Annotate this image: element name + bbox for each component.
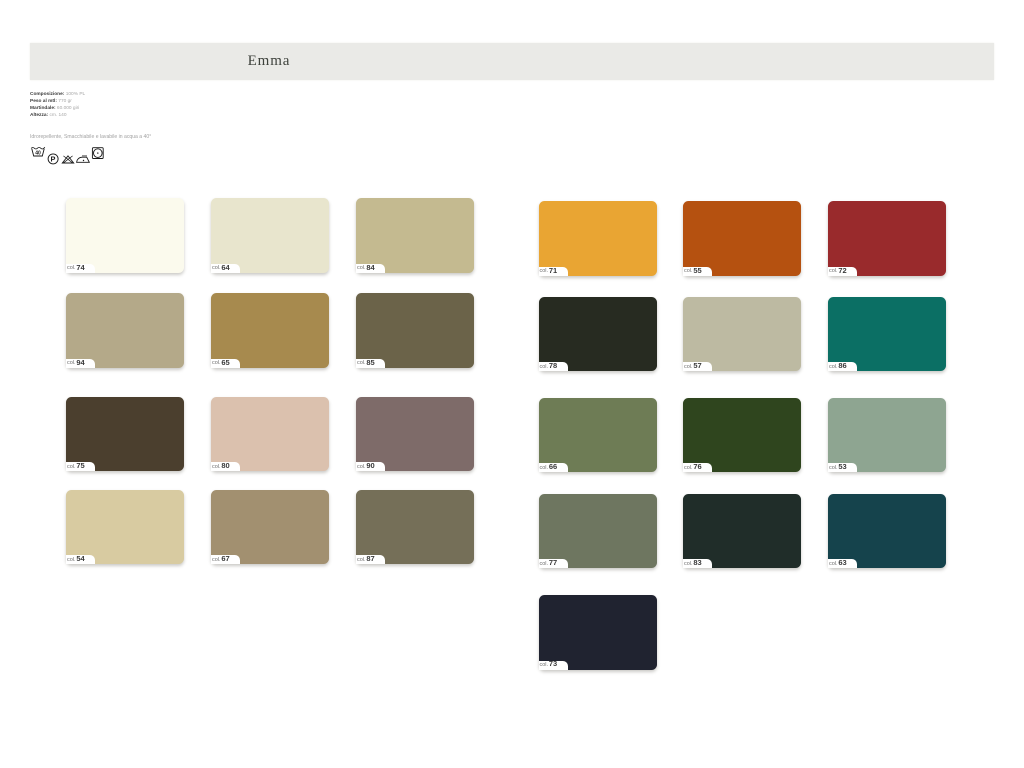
svg-text:40: 40 (35, 150, 41, 156)
svg-text:P: P (51, 155, 56, 164)
